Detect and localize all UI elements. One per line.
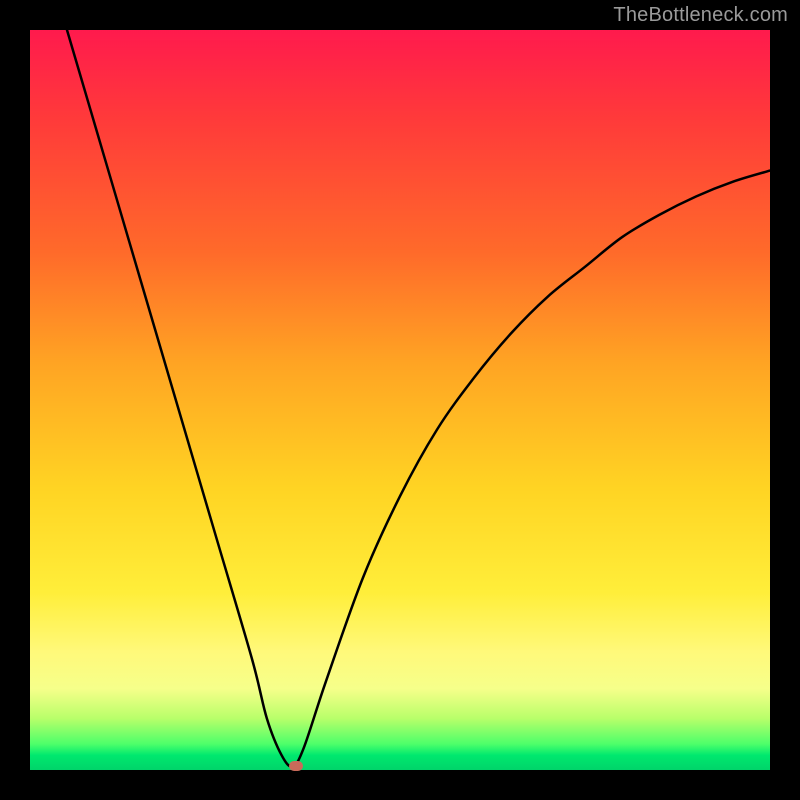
minimum-marker — [289, 761, 303, 771]
bottleneck-curve — [30, 30, 770, 770]
plot-area — [30, 30, 770, 770]
chart-frame: TheBottleneck.com — [0, 0, 800, 800]
watermark-text: TheBottleneck.com — [613, 4, 788, 27]
